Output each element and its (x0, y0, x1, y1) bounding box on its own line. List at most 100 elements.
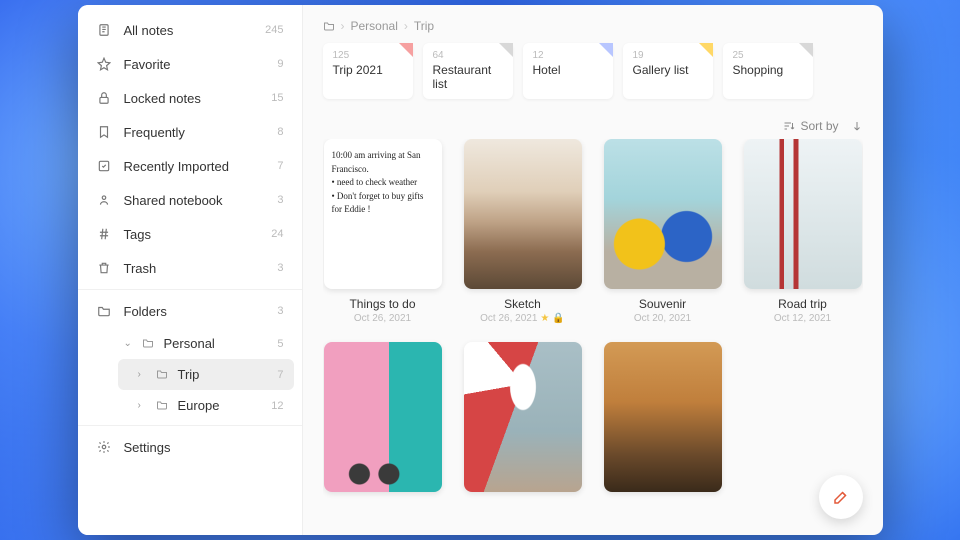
import-icon (96, 158, 112, 174)
sidebar-item-label: Settings (124, 440, 284, 455)
chip-corner-accent (499, 43, 513, 57)
chip-hotel[interactable]: 12 Hotel (523, 43, 613, 99)
chip-title: Hotel (533, 63, 603, 77)
share-icon (96, 192, 112, 208)
note-thumbnail (744, 139, 862, 289)
note-icon (96, 22, 112, 38)
folder-europe[interactable]: › Europe 12 (110, 390, 302, 421)
chip-count: 64 (433, 50, 503, 61)
note-title: Things to do (349, 297, 415, 311)
chip-title: Restaurant list (433, 63, 503, 92)
note-card[interactable] (463, 342, 583, 492)
bookmark-icon (96, 124, 112, 140)
folder-icon (156, 399, 170, 413)
chip-count: 19 (633, 50, 703, 61)
notes-grid: 10:00 am arriving at San Francisco. • ne… (323, 139, 863, 502)
folder-label: Personal (164, 336, 270, 351)
trash-icon (96, 260, 112, 276)
chevron-right-icon: › (138, 369, 148, 380)
chevron-down-icon: ⌄ (124, 338, 134, 349)
folder-icon (96, 303, 112, 319)
chip-corner-accent (699, 43, 713, 57)
sidebar-item-tags[interactable]: Tags 24 (78, 217, 302, 251)
sidebar-item-label: Recently Imported (124, 159, 266, 174)
sidebar-item-label: Trash (124, 261, 266, 276)
note-thumbnail (604, 139, 722, 289)
note-card[interactable]: Souvenir Oct 20, 2021 (603, 139, 723, 324)
sidebar-item-all-notes[interactable]: All notes 245 (78, 13, 302, 47)
note-card[interactable]: 10:00 am arriving at San Francisco. • ne… (323, 139, 443, 324)
sidebar-item-count: 24 (271, 228, 283, 240)
sidebar-item-imported[interactable]: Recently Imported 7 (78, 149, 302, 183)
note-thumbnail: 10:00 am arriving at San Francisco. • ne… (324, 139, 442, 289)
sort-label: Sort by (800, 119, 838, 133)
sidebar-item-count: 3 (277, 305, 283, 317)
sidebar-item-count: 245 (265, 24, 283, 36)
sidebar-item-favorite[interactable]: Favorite 9 (78, 47, 302, 81)
chip-title: Trip 2021 (333, 63, 403, 77)
note-card[interactable] (603, 342, 723, 492)
star-icon: ★ (540, 313, 549, 324)
breadcrumb[interactable]: › Personal › Trip (323, 19, 863, 33)
sidebar-item-shared[interactable]: Shared notebook 3 (78, 183, 302, 217)
sidebar-item-frequently[interactable]: Frequently 8 (78, 115, 302, 149)
sidebar-divider (78, 425, 302, 426)
sidebar-item-settings[interactable]: Settings (78, 430, 302, 464)
sidebar-item-count: 3 (277, 194, 283, 206)
sidebar-item-label: Folders (124, 304, 266, 319)
chevron-right-icon: › (138, 400, 148, 411)
sidebar-item-folders[interactable]: Folders 3 (78, 294, 302, 328)
note-date: Oct 12, 2021 (774, 313, 831, 324)
sort-direction-button[interactable] (851, 120, 863, 132)
sort-by-button[interactable]: Sort by (783, 119, 838, 133)
chip-restaurant-list[interactable]: 64 Restaurant list (423, 43, 513, 99)
sidebar-item-label: Locked notes (124, 91, 260, 106)
sidebar-item-trash[interactable]: Trash 3 (78, 251, 302, 285)
folder-count: 7 (277, 369, 283, 381)
star-icon (96, 56, 112, 72)
sidebar-item-count: 7 (277, 160, 283, 172)
chip-title: Gallery list (633, 63, 703, 77)
sidebar-item-count: 3 (277, 262, 283, 274)
note-title: Sketch (504, 297, 541, 311)
sidebar-item-count: 8 (277, 126, 283, 138)
note-thumbnail (324, 342, 442, 492)
note-title: Road trip (778, 297, 827, 311)
note-thumbnail (604, 342, 722, 492)
breadcrumb-segment[interactable]: Personal (351, 19, 398, 33)
note-date: Oct 26, 2021 (354, 313, 411, 324)
note-card[interactable] (323, 342, 443, 492)
note-date: Oct 26, 2021 ★ 🔒 (480, 313, 565, 324)
folder-personal[interactable]: ⌄ Personal 5 (96, 328, 302, 359)
chip-trip-2021[interactable]: 125 Trip 2021 (323, 43, 413, 99)
sidebar-item-label: Favorite (124, 57, 266, 72)
sidebar: All notes 245 Favorite 9 Locked notes 15… (78, 5, 303, 535)
new-note-button[interactable] (819, 475, 863, 519)
breadcrumb-segment[interactable]: Trip (414, 19, 434, 33)
note-title: Souvenir (639, 297, 686, 311)
chip-corner-accent (399, 43, 413, 57)
chip-count: 125 (333, 50, 403, 61)
folder-tree: ⌄ Personal 5 › Trip 7 › Europe 12 (78, 328, 302, 421)
chip-shopping[interactable]: 25 Shopping (723, 43, 813, 99)
folder-icon (156, 368, 170, 382)
chip-gallery-list[interactable]: 19 Gallery list (623, 43, 713, 99)
sidebar-item-label: Shared notebook (124, 193, 266, 208)
folder-trip[interactable]: › Trip 7 (118, 359, 294, 390)
folder-label: Europe (178, 398, 264, 413)
folder-icon (142, 337, 156, 351)
chip-corner-accent (599, 43, 613, 57)
chip-count: 25 (733, 50, 803, 61)
sidebar-divider (78, 289, 302, 290)
sidebar-item-locked[interactable]: Locked notes 15 (78, 81, 302, 115)
note-card[interactable]: Sketch Oct 26, 2021 ★ 🔒 (463, 139, 583, 324)
sort-icon (783, 120, 795, 132)
lock-icon (96, 90, 112, 106)
folder-icon (323, 20, 335, 32)
main-content: › Personal › Trip 125 Trip 2021 64 Resta… (303, 5, 883, 535)
note-card[interactable]: Road trip Oct 12, 2021 (743, 139, 863, 324)
note-thumbnail (464, 139, 582, 289)
notebook-chips: 125 Trip 2021 64 Restaurant list 12 Hote… (323, 43, 863, 99)
sort-controls: Sort by (323, 119, 863, 133)
sidebar-item-label: Tags (124, 227, 260, 242)
